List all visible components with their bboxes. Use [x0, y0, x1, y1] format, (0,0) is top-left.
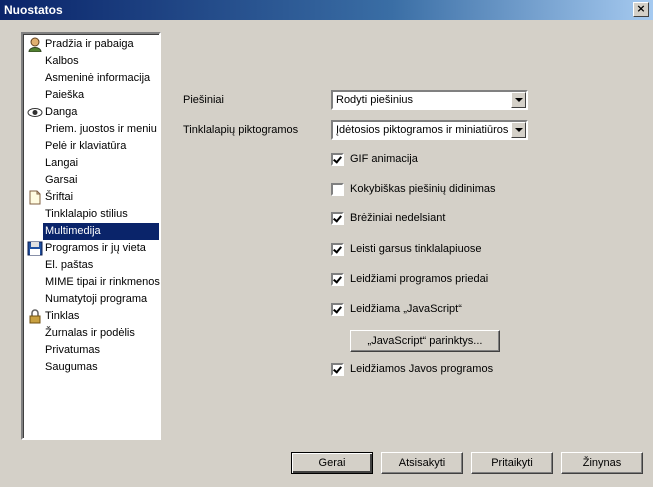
sidebar-item-label: Programos ir jų vieta: [45, 242, 146, 254]
sidebar-item-label: Multimedija: [45, 225, 101, 237]
checkbox-label: Brėžiniai nedelsiant: [350, 212, 446, 224]
close-icon: ×: [636, 2, 646, 15]
window-title: Nuostatos: [4, 3, 63, 17]
sidebar-item-label: Pelė ir klaviatūra: [45, 140, 127, 152]
images-select-value: Rodyti piešinius: [336, 94, 414, 106]
sidebar-item-appearance[interactable]: Danga: [24, 104, 159, 121]
help-button[interactable]: Žinynas: [561, 452, 643, 474]
sidebar-item-label: El. paštas: [45, 259, 94, 271]
close-button[interactable]: ×: [633, 2, 649, 17]
sidebar-item-label: Saugumas: [45, 361, 98, 373]
sidebar-item-email[interactable]: El. paštas: [24, 257, 159, 274]
sidebar-item-default-application[interactable]: Numatytoji programa: [24, 291, 159, 308]
document-icon: [29, 190, 41, 205]
checkbox-label: Leidžiami programos priedai: [350, 273, 489, 285]
sidebar-item-sounds[interactable]: Garsai: [24, 172, 159, 189]
lock-icon: [29, 309, 41, 324]
sidebar-item-toolbars[interactable]: Priem. juostos ir meniu: [24, 121, 159, 138]
sidebar-item-label: Priem. juostos ir meniu: [45, 123, 157, 135]
sidebar-item-network[interactable]: Tinklas: [24, 308, 159, 325]
javascript-options-button[interactable]: „JavaScript“ parinktys...: [350, 330, 500, 352]
images-select[interactable]: Rodyti piešinius: [331, 90, 528, 110]
floppy-icon: [27, 241, 43, 256]
page-icons-label: Tinklalapių piktogramos: [183, 124, 299, 136]
category-list[interactable]: Pradžia ir pabaiga Kalbos Asmeninė infor…: [21, 32, 161, 440]
checkbox-box[interactable]: [331, 153, 344, 166]
sidebar-item-label: Kalbos: [45, 55, 79, 67]
sidebar-item-programs[interactable]: Programos ir jų vieta: [24, 240, 159, 257]
checkbox-box[interactable]: [331, 183, 344, 196]
sidebar-item-label: Pradžia ir pabaiga: [45, 38, 134, 50]
sidebar-item-label: Garsai: [45, 174, 78, 186]
cancel-button[interactable]: Atsisakyti: [381, 452, 463, 474]
images-label: Piešiniai: [183, 94, 224, 106]
sidebar-item-personal-info[interactable]: Asmeninė informacija: [24, 70, 159, 87]
sidebar-item-multimedia[interactable]: Multimedija: [43, 223, 159, 240]
sidebar-item-fonts[interactable]: Šriftai: [24, 189, 159, 206]
checkbox-box[interactable]: [331, 212, 344, 225]
eye-icon: [27, 108, 43, 117]
sidebar-item-label: Langai: [45, 157, 79, 169]
sidebar-item-label: Numatytoji programa: [45, 293, 148, 305]
sidebar-item-label: Tinklalapio stilius: [45, 208, 128, 220]
sidebar-item-label: Privatumas: [45, 344, 101, 356]
checkbox-label: GIF animacija: [350, 153, 418, 165]
title-bar: Nuostatos ×: [0, 0, 653, 20]
checkbox-label: Leidžiama „JavaScript“: [350, 303, 462, 315]
page-icons-select-value: Įdėtosios piktogramos ir miniatiūros: [336, 124, 509, 136]
sidebar-item-page-style[interactable]: Tinklalapio stilius: [24, 206, 159, 223]
preferences-dialog: Nuostatos × Pradžia ir pabaiga Kalbos As…: [0, 0, 653, 487]
ok-button[interactable]: Gerai: [291, 452, 373, 474]
sidebar-item-windows[interactable]: Langai: [24, 155, 159, 172]
sidebar-item-privacy[interactable]: Privatumas: [24, 342, 159, 359]
checkbox-label: Leisti garsus tinklalapiuose: [350, 243, 482, 255]
sidebar-item-languages[interactable]: Kalbos: [24, 53, 159, 70]
checkbox-box[interactable]: [331, 303, 344, 316]
sidebar-item-label: Žurnalas ir podėlis: [45, 327, 135, 339]
checkbox-box[interactable]: [331, 363, 344, 376]
sidebar-item-startup[interactable]: Pradžia ir pabaiga: [24, 36, 159, 53]
sidebar-item-label: Asmeninė informacija: [45, 72, 151, 84]
checkbox-box[interactable]: [331, 243, 344, 256]
page-icons-select[interactable]: Įdėtosios piktogramos ir miniatiūros: [331, 120, 528, 140]
sidebar-item-label: Paieška: [45, 89, 85, 101]
sidebar-item-security[interactable]: Saugumas: [24, 359, 159, 376]
sidebar-item-label: Šriftai: [45, 191, 74, 203]
chevron-down-icon[interactable]: [511, 122, 526, 138]
checkbox-label: Kokybiškas piešinių didinimas: [350, 183, 496, 195]
sidebar-item-mouse-keyboard[interactable]: Pelė ir klaviatūra: [24, 138, 159, 155]
chevron-down-icon[interactable]: [511, 92, 526, 108]
apply-button[interactable]: Pritaikyti: [471, 452, 553, 474]
sidebar-item-mime-types[interactable]: MIME tipai ir rinkmenos: [24, 274, 160, 291]
user-icon: [28, 37, 42, 52]
sidebar-item-label: MIME tipai ir rinkmenos: [45, 276, 160, 288]
sidebar-item-label: Tinklas: [45, 310, 80, 322]
sidebar-item-history-cache[interactable]: Žurnalas ir podėlis: [24, 325, 159, 342]
checkbox-label: Leidžiamos Javos programos: [350, 363, 494, 375]
checkbox-box[interactable]: [331, 273, 344, 286]
sidebar-item-search[interactable]: Paieška: [24, 87, 159, 104]
sidebar-item-label: Danga: [45, 106, 78, 118]
